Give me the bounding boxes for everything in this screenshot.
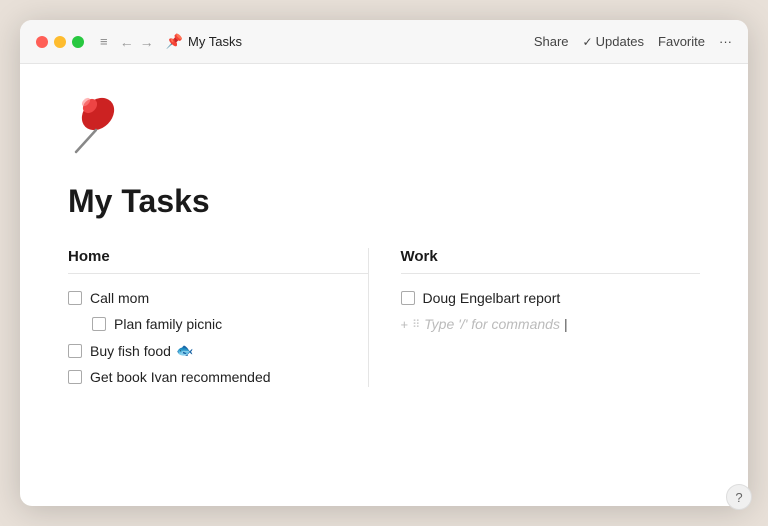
work-column-header: Work — [401, 248, 701, 274]
work-task-list: Doug Engelbart report + ⠿ Type '/' for c… — [401, 288, 701, 334]
add-task-plus-icon: + — [401, 317, 409, 332]
back-button[interactable]: ← — [120, 34, 134, 50]
maximize-button[interactable] — [72, 36, 84, 48]
cursor: | — [564, 316, 568, 332]
menu-icon[interactable]: ≡ — [100, 34, 108, 49]
task-text-get-book: Get book Ivan recommended — [90, 369, 271, 385]
task-checkbox-buy-fish-food[interactable] — [68, 344, 82, 358]
pushpin-svg — [68, 92, 128, 162]
content-area: My Tasks Home Call mom Plan family picni… — [20, 64, 748, 506]
task-text-doug-report: Doug Engelbart report — [423, 290, 561, 306]
titlebar-actions: Share Updates Favorite ··· — [534, 34, 732, 49]
task-doug-report: Doug Engelbart report — [401, 288, 701, 308]
fish-emoji: 🐟 — [176, 342, 193, 359]
updates-button[interactable]: Updates — [583, 34, 644, 49]
titlebar: ≡ ← → 📌 My Tasks Share Updates Favorite … — [20, 20, 748, 64]
task-checkbox-doug-report[interactable] — [401, 291, 415, 305]
traffic-lights — [36, 36, 84, 48]
favorite-button[interactable]: Favorite — [658, 34, 705, 49]
minimize-button[interactable] — [54, 36, 66, 48]
share-button[interactable]: Share — [534, 34, 569, 49]
more-button[interactable]: ··· — [719, 34, 732, 49]
new-task-placeholder[interactable]: Type '/' for commands — [424, 316, 560, 332]
app-window: ≡ ← → 📌 My Tasks Share Updates Favorite … — [20, 20, 748, 506]
new-task-row[interactable]: + ⠿ Type '/' for commands | — [401, 314, 701, 334]
help-button[interactable]: ? — [726, 484, 748, 506]
home-column: Home Call mom Plan family picnic Buy fis… — [68, 248, 368, 387]
pin-icon: 📌 — [166, 33, 183, 50]
task-checkbox-call-mom[interactable] — [68, 291, 82, 305]
work-column: Work Doug Engelbart report + ⠿ Type '/' … — [368, 248, 701, 387]
page-icon — [68, 92, 700, 171]
home-task-list: Call mom Plan family picnic Buy fish foo… — [68, 288, 368, 387]
nav-buttons: ← → — [120, 34, 154, 50]
task-buy-fish-food: Buy fish food 🐟 — [68, 340, 368, 361]
task-checkbox-plan-picnic[interactable] — [92, 317, 106, 331]
home-column-header: Home — [68, 248, 368, 274]
task-get-book: Get book Ivan recommended — [68, 367, 368, 387]
task-text-plan-picnic: Plan family picnic — [114, 316, 222, 332]
task-checkbox-get-book[interactable] — [68, 370, 82, 384]
task-text-call-mom: Call mom — [90, 290, 149, 306]
columns-container: Home Call mom Plan family picnic Buy fis… — [68, 248, 700, 387]
drag-handle-icon: ⠿ — [412, 318, 420, 331]
task-text-buy-fish-food: Buy fish food 🐟 — [90, 342, 193, 359]
forward-button[interactable]: → — [140, 34, 154, 50]
titlebar-title: 📌 My Tasks — [166, 33, 242, 50]
task-call-mom: Call mom — [68, 288, 368, 308]
close-button[interactable] — [36, 36, 48, 48]
titlebar-title-text: My Tasks — [188, 34, 242, 49]
page-title: My Tasks — [68, 183, 700, 220]
task-plan-picnic: Plan family picnic — [68, 314, 368, 334]
